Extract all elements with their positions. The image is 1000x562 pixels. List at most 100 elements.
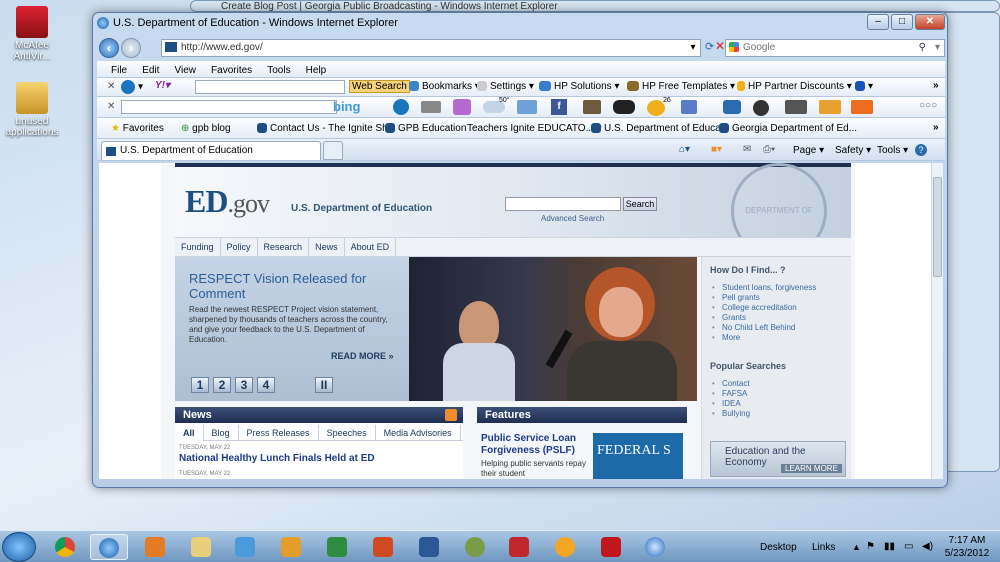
taskbar-app[interactable] (592, 534, 630, 560)
mail-read-icon[interactable]: ✉ (743, 144, 751, 155)
stop-icon[interactable]: ✕ (715, 39, 725, 53)
find-link[interactable]: Pell grants (712, 293, 760, 303)
links-toolbar[interactable]: Links (812, 542, 835, 553)
favorites-item[interactable]: U.S. Department of Educa... (591, 123, 729, 134)
ed-logo[interactable]: ED.gov (185, 183, 270, 220)
popular-link[interactable]: Bullying (712, 409, 750, 419)
settings-button[interactable]: Settings ▾ (477, 81, 534, 92)
menu-edit[interactable]: Edit (142, 65, 159, 76)
taskbar-app[interactable] (46, 534, 84, 560)
promo-learn-more[interactable]: LEARN MORE (781, 464, 842, 473)
find-link[interactable]: Grants (712, 313, 746, 323)
bookmarks-button[interactable]: Bookmarks ▾ (409, 81, 480, 92)
back-button[interactable]: ‹ (99, 38, 119, 58)
taskbar-app[interactable] (136, 534, 174, 560)
add-icon[interactable]: ▾ (855, 81, 873, 92)
popular-link[interactable]: FAFSA (712, 389, 747, 399)
address-bar[interactable]: http://www.ed.gov/ (161, 39, 701, 57)
calendar-icon[interactable] (453, 99, 471, 115)
bing-search-input[interactable] (121, 100, 337, 114)
clock-date[interactable]: 5/23/2012 (944, 548, 990, 559)
carousel-page-4[interactable]: 4 (257, 377, 275, 393)
desktop-toolbar[interactable]: Desktop (760, 542, 797, 553)
favorites-button[interactable]: ★ Favorites (111, 123, 164, 134)
tray-expand-icon[interactable]: ▲ (852, 542, 861, 552)
home-icon[interactable]: ⌂▾ (679, 144, 690, 155)
carousel-pause-button[interactable]: II (315, 377, 333, 393)
read-more-link[interactable]: READ MORE » (331, 351, 394, 361)
mail-icon[interactable] (517, 100, 537, 114)
minimize-button[interactable]: – (867, 14, 889, 30)
popular-link[interactable]: Contact (712, 379, 749, 389)
hp-partner-button[interactable]: HP Partner Discounts ▾ (737, 81, 852, 92)
news-tab-blog[interactable]: Blog (204, 425, 239, 441)
start-button[interactable] (2, 532, 36, 562)
toolbar2-close-icon[interactable]: ✕ (107, 101, 115, 112)
background-window-right[interactable] (940, 12, 1000, 472)
search-dropdown-icon[interactable]: ▾ (935, 40, 940, 56)
favorites-item[interactable]: Contact Us - The Ignite Sh... (257, 123, 396, 134)
carousel-page-2[interactable]: 2 (213, 377, 231, 393)
taskbar-app[interactable] (456, 534, 494, 560)
news-tab-media[interactable]: Media Advisories (376, 425, 461, 441)
taskbar-app-active[interactable] (90, 534, 128, 560)
card-icon[interactable] (421, 101, 441, 113)
taskbar-app[interactable] (636, 534, 674, 560)
search-input[interactable]: Google ⚲ ▾ (725, 39, 945, 57)
hero-title[interactable]: RESPECT Vision Released for Comment (189, 271, 399, 301)
like-icon[interactable] (681, 100, 697, 114)
forward-button[interactable]: › (121, 38, 141, 58)
site-search-input[interactable] (505, 197, 621, 211)
favorites-item[interactable]: ⊕ gpb blog (181, 123, 231, 134)
favorites-overflow-icon[interactable]: » (933, 122, 939, 133)
taskbar-app[interactable] (500, 534, 538, 560)
news-tab-speeches[interactable]: Speeches (319, 425, 376, 441)
facebook-icon[interactable]: f (551, 99, 567, 115)
hp-solutions-button[interactable]: HP Solutions ▾ (539, 81, 619, 92)
ie-window[interactable]: U.S. Department of Education - Windows I… (92, 12, 948, 488)
video-icon[interactable] (785, 100, 807, 114)
nav-about-ed[interactable]: About ED (345, 238, 397, 256)
hp-logo-icon[interactable]: ▾ (121, 80, 143, 94)
binoculars-icon[interactable] (613, 100, 635, 114)
nav-policy[interactable]: Policy (221, 238, 258, 256)
toolbar2-more-icon[interactable]: ○○○ (919, 100, 937, 111)
nav-funding[interactable]: Funding (175, 238, 221, 256)
chat-icon[interactable] (723, 100, 741, 114)
safety-menu[interactable]: Safety ▾ (835, 145, 871, 156)
site-search-button[interactable]: Search (623, 197, 657, 211)
rss-icon[interactable] (445, 409, 457, 421)
taskbar-app[interactable] (546, 534, 584, 560)
pencil-icon[interactable] (819, 100, 841, 114)
close-button[interactable]: ✕ (915, 14, 945, 30)
carousel-page-3[interactable]: 3 (235, 377, 253, 393)
search-icon[interactable]: ⚲ (919, 40, 926, 56)
nav-news[interactable]: News (309, 238, 345, 256)
bing-logo[interactable]: bing (333, 99, 360, 114)
news-tab-all[interactable]: All (175, 425, 204, 441)
menu-tools[interactable]: Tools (267, 65, 290, 76)
toolbar-search-input[interactable] (195, 80, 345, 94)
help-icon[interactable]: ? (915, 144, 927, 156)
vertical-scrollbar[interactable] (931, 163, 943, 479)
web-search-button[interactable]: Web Search (349, 80, 410, 93)
hp-icon[interactable] (393, 99, 409, 115)
yahoo-logo-icon[interactable]: Y!▾ (155, 80, 170, 91)
print-icon[interactable]: ⎙▾ (763, 144, 775, 155)
feature-headline[interactable]: Public Service Loan Forgiveness (PSLF) (481, 433, 589, 457)
shopping-icon[interactable] (583, 100, 601, 114)
menu-favorites[interactable]: Favorites (211, 65, 252, 76)
rocket-icon[interactable] (851, 100, 873, 114)
flag-icon[interactable]: ⚑ (866, 541, 875, 552)
menu-view[interactable]: View (174, 65, 196, 76)
tab-active[interactable]: U.S. Department of Education (101, 141, 321, 160)
news-tab-press[interactable]: Press Releases (239, 425, 319, 441)
find-link[interactable]: College accreditation (712, 303, 797, 313)
address-dropdown-icon[interactable]: ▾ (685, 39, 701, 57)
tools-menu[interactable]: Tools ▾ (877, 145, 908, 156)
network-tray-icon[interactable]: ▭ (904, 541, 913, 552)
taskbar-app[interactable] (226, 534, 264, 560)
scrollbar-thumb[interactable] (933, 177, 942, 277)
find-link[interactable]: No Child Left Behind (712, 323, 795, 333)
favorites-item[interactable]: Teachers Ignite EDUCATO... ▾ (467, 123, 602, 134)
